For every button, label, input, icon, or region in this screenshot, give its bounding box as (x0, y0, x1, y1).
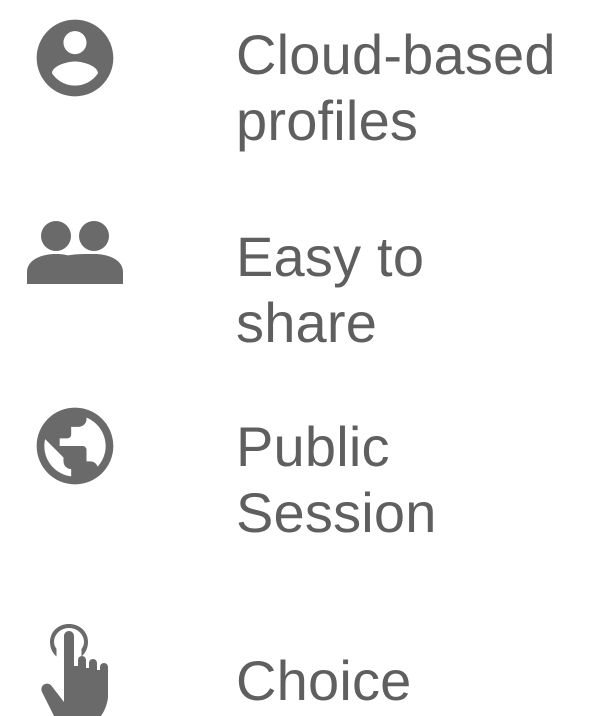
feature-label: Public Session (236, 414, 437, 546)
feature-label: Choice (236, 648, 412, 714)
feature-label-line-1: Public (236, 415, 390, 478)
feature-list: Cloud-based profiles Easy to share Publi… (0, 0, 600, 716)
feature-label-line-2: share (236, 291, 378, 354)
touch-hand-icon (0, 622, 150, 716)
people-icon (0, 220, 150, 286)
feature-label: Cloud-based profiles (236, 22, 556, 154)
feature-label: Easy to share (236, 224, 424, 356)
globe-icon (0, 400, 150, 492)
feature-label-line-1: Easy to (236, 225, 425, 288)
feature-label-line-2: Session (236, 481, 437, 544)
account-circle-icon (0, 12, 150, 104)
feature-label-line-1: Choice (236, 649, 412, 712)
feature-label-line-1: Cloud-based (236, 23, 556, 86)
feature-label-line-2: profiles (236, 89, 419, 152)
